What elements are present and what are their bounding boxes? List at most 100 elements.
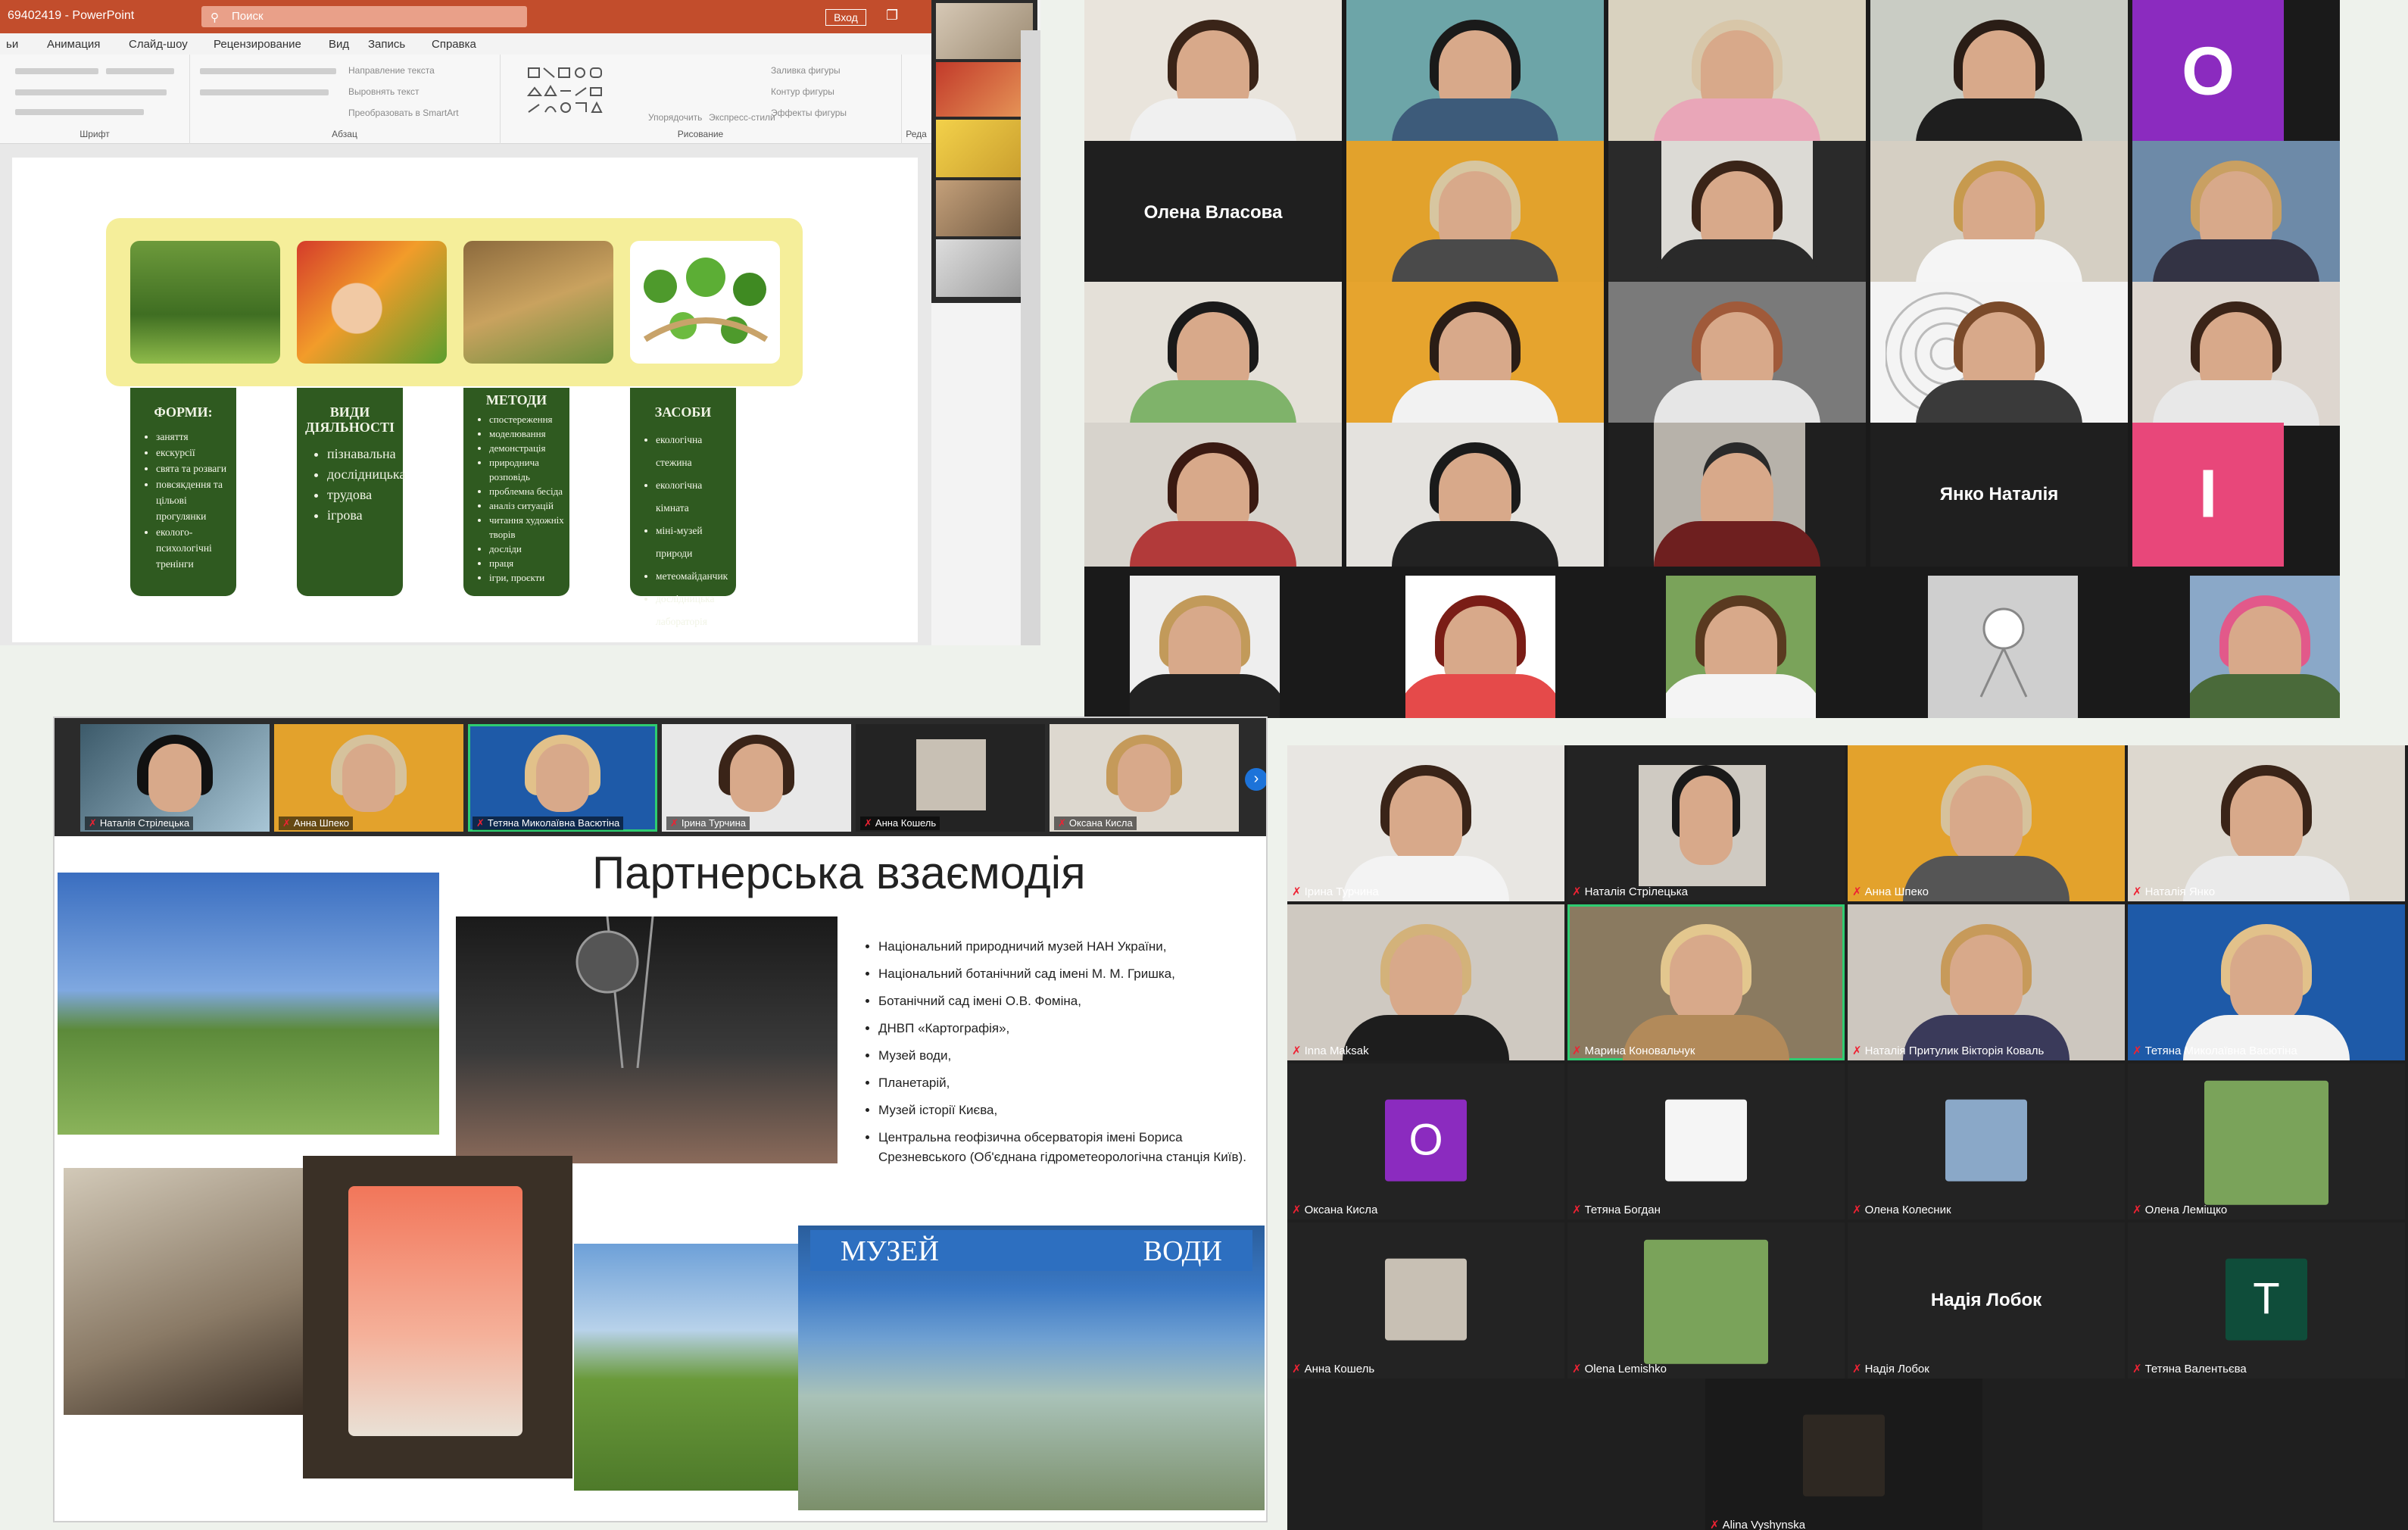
video-tile[interactable]: ✗ Анна Кошель (856, 724, 1045, 832)
activities-heading: ВИДИ ДІЯЛЬНОСТІ (305, 404, 395, 435)
video-tile[interactable]: ✗ Тетяна Миколаївна Васютіна (468, 724, 657, 832)
tab-insert[interactable]: ьи (6, 38, 18, 51)
video-tile[interactable]: ✗ Ірина Турчина (662, 724, 851, 832)
participant-name: Тетяна Миколаївна Васютіна (487, 817, 620, 829)
participant-name: Ірина Турчина (1304, 885, 1379, 898)
list-item: міні-музей природи (656, 520, 736, 565)
video-tile[interactable] (1608, 141, 1866, 285)
video-tile[interactable]: ✗ Анна Шпеко (1848, 745, 2125, 901)
video-tile[interactable] (1608, 0, 1866, 144)
participant-name: Анна Шпеко (1864, 885, 1929, 898)
video-tile[interactable] (1608, 282, 1866, 426)
video-tile[interactable]: ✗ Ірина Турчина (1287, 745, 1564, 901)
video-tile[interactable] (1084, 423, 1342, 567)
video-tile[interactable] (2288, 0, 2340, 144)
video-tile[interactable] (1346, 0, 1604, 144)
arrange-label[interactable]: Упорядочить (648, 112, 702, 123)
video-tile[interactable] (1084, 282, 1342, 426)
restore-icon[interactable]: ❐ (886, 8, 898, 23)
list-item: повсякдення та цільові прогулянки (156, 476, 236, 524)
video-tile[interactable]: О (2132, 0, 2284, 144)
video-tile[interactable] (1346, 282, 1604, 426)
vertical-scrollbar[interactable] (1021, 30, 1040, 645)
video-tile[interactable]: І (2132, 423, 2284, 567)
align-text[interactable]: Выровнять текст (348, 86, 419, 97)
ribbon: Шрифт Направление текста Выровнять текст… (0, 55, 931, 144)
video-tile[interactable]: ✗ Олена Леміщко (2128, 1063, 2405, 1219)
participant-name: Наталія Стрілецька (99, 817, 190, 829)
list-item: читання художніх творів (489, 513, 569, 542)
video-tile[interactable]: О ✗ Оксана Кисла (1287, 1063, 1564, 1219)
video-tile[interactable] (1870, 141, 2128, 285)
video-tile[interactable] (1928, 576, 2078, 718)
tab-record[interactable]: Запись (368, 38, 405, 51)
video-tile[interactable]: ✗ Анна Шпеко (274, 724, 463, 832)
participant-name: Тетяна Миколаївна Васютіна (2144, 1044, 2297, 1057)
video-tile[interactable] (2132, 282, 2340, 426)
shape-fill[interactable]: Заливка фигуры (771, 65, 841, 76)
list-item: ДНВП «Картографія», (878, 1015, 1255, 1042)
mic-muted-icon: ✗ (1058, 817, 1066, 829)
video-tile[interactable]: Надія Лобок ✗ Надія Лобок (1848, 1222, 2125, 1379)
video-tile[interactable]: Янко Наталія (1870, 423, 2128, 567)
video-tile[interactable]: ✗ Анна Кошель (1287, 1222, 1564, 1379)
tab-slideshow[interactable]: Слайд-шоу (129, 38, 188, 51)
tab-review[interactable]: Рецензирование (214, 38, 301, 51)
sign-in-button[interactable]: Вход (825, 9, 866, 26)
photo-planetarium (456, 916, 837, 1163)
video-tile[interactable]: ✗ Наталія Янко (2128, 745, 2405, 901)
video-tile[interactable]: ✗ Тетяна Миколаївна Васютіна (2128, 904, 2405, 1060)
font-group: Шрифт (0, 55, 190, 144)
video-tile[interactable]: ✗ Олена Колесник (1848, 1063, 2125, 1219)
shapes-gallery-icon[interactable] (526, 65, 632, 118)
mic-muted-icon: ✗ (1292, 1204, 1302, 1216)
convert-smartart[interactable]: Преобразовать в SmartArt (348, 108, 459, 118)
video-tile[interactable] (1870, 0, 2128, 144)
title-bar: 69402419 - PowerPoint ⚲ Поиск Вход ❐ (0, 0, 931, 33)
video-tile[interactable]: ✗ Alina Vyshynska (1705, 1379, 1982, 1530)
text-direction[interactable]: Направление текста (348, 65, 435, 76)
video-tile[interactable]: Олена Власова (1084, 141, 1342, 285)
window-title: 69402419 - PowerPoint (8, 9, 135, 22)
means-heading: ЗАСОБИ (654, 404, 712, 420)
video-tile[interactable] (1346, 423, 1604, 567)
shape-effects[interactable]: Эффекты фигуры (771, 108, 847, 118)
video-tile[interactable] (2132, 141, 2340, 285)
video-tile[interactable] (2190, 576, 2340, 718)
video-tile[interactable] (1870, 282, 2128, 426)
video-tile-active-speaker[interactable]: ✗ Марина Коновальчук (1567, 904, 1845, 1060)
next-page-button[interactable]: › (1245, 768, 1266, 791)
participant-name: Inna Maksak (1304, 1044, 1369, 1057)
video-tile[interactable]: ✗ Оксана Кисла (1050, 724, 1239, 832)
list-item: пізнавальна (327, 444, 403, 464)
search-box[interactable]: ⚲ Поиск (201, 6, 527, 27)
photo-boy-magnifier (297, 241, 447, 364)
video-tile[interactable]: ✗ Тетяна Богдан (1567, 1063, 1845, 1219)
video-tile[interactable]: ✗ Наталія Стрілецька (1567, 745, 1845, 901)
video-tile[interactable] (1130, 576, 1280, 718)
tab-view[interactable]: Вид (329, 38, 349, 51)
video-tile[interactable] (1666, 576, 1816, 718)
video-tile[interactable] (1084, 0, 1342, 144)
video-gallery-bottom: ✗ Ірина Турчина ✗ Наталія Стрілецька ✗ Анна… (1287, 745, 2408, 1530)
shape-outline[interactable]: Контур фигуры (771, 86, 834, 97)
video-tile[interactable]: ✗ Inna Maksak (1287, 904, 1564, 1060)
photo-exhibit-portrait (303, 1156, 572, 1478)
avatar (1644, 1239, 1768, 1364)
participant-name: Надія Лобок (1864, 1363, 1929, 1375)
video-tile[interactable]: Т ✗ Тетяна Валентьєва (2128, 1222, 2405, 1379)
photo-children-on-grass (130, 241, 280, 364)
paragraph-group-label: Абзац (332, 129, 357, 139)
tab-animation[interactable]: Анимация (47, 38, 100, 51)
search-placeholder: Поиск (232, 10, 264, 23)
video-tile[interactable]: ✗ Наталія Стрілецька (80, 724, 270, 832)
video-tile[interactable]: ✗ Наталія Притулик Вікторія Коваль (1848, 904, 2125, 1060)
video-tile[interactable] (1346, 141, 1604, 285)
video-tile[interactable]: ✗ Olena Lemishko (1567, 1222, 1845, 1379)
avatar (2204, 1080, 2328, 1205)
video-tile[interactable] (1405, 576, 1555, 718)
quick-styles-label[interactable]: Экспресс-стили (709, 112, 775, 123)
video-tile[interactable] (1608, 423, 1866, 567)
tab-help[interactable]: Справка (432, 38, 476, 51)
paragraph-group: Направление текста Выровнять текст Преоб… (189, 55, 501, 144)
